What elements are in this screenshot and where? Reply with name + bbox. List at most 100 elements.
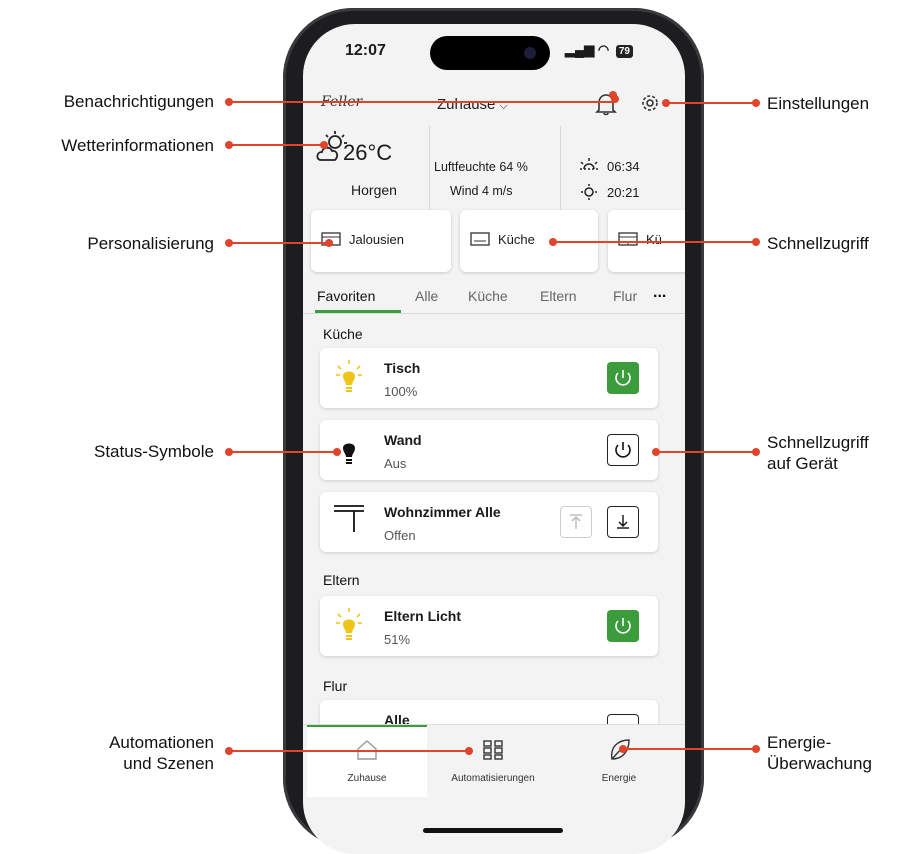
humidity: Luftfeuchte 64 % [434, 160, 528, 174]
dynamic-island [430, 36, 550, 70]
callout-weather: Wetterinformationen [61, 136, 214, 155]
device-card-wand[interactable]: Wand Aus [320, 420, 658, 480]
app-screen: 12:07 ▂▄▆ ◠ 79 Feller Zuhause ⌵ 26°C Hor… [303, 24, 685, 854]
power-icon [615, 442, 631, 458]
power-toggle-button[interactable] [607, 434, 639, 466]
callout-leader [229, 101, 614, 103]
callout-leader [229, 750, 469, 752]
power-toggle-button[interactable] [607, 610, 639, 642]
blind-up-button[interactable] [560, 506, 592, 538]
sunrise-time: 06:34 [607, 159, 640, 174]
wifi-icon: ◠ [597, 42, 610, 57]
callout-dot [752, 99, 760, 107]
nav-label: Energie [601, 773, 637, 784]
tab-alle[interactable]: Alle [415, 288, 438, 304]
device-status: Aus [384, 456, 407, 471]
tab-eltern[interactable]: Eltern [540, 288, 577, 304]
callout-dot [611, 95, 619, 103]
nav-item-home[interactable]: Zuhause [307, 725, 427, 797]
callout-device-quick: Schnellzugriff auf Gerät [767, 432, 907, 474]
more-tabs-button[interactable]: ... [653, 284, 666, 302]
grid-icon [483, 740, 503, 760]
callout-dot [333, 448, 341, 456]
home-indicator [423, 828, 563, 833]
device-card-tisch[interactable]: Tisch 100% [320, 348, 658, 408]
bottom-nav: Zuhause Automatisierungen Energie [303, 724, 685, 797]
quick-access-label: Jalousien [349, 232, 404, 247]
callout-leader [229, 242, 329, 244]
status-time: 12:07 [345, 42, 386, 59]
weather-location: Horgen [351, 182, 397, 198]
callout-automations-line1: Automationen [109, 733, 214, 752]
divider [560, 126, 561, 210]
lightbulb-on-icon [336, 360, 362, 392]
temperature: 26°C [343, 140, 393, 165]
weather-panel: 26°C Horgen Luftfeuchte 64 % Wind 4 m/s … [303, 126, 685, 212]
device-status: Offen [384, 528, 416, 543]
home-selector[interactable]: Zuhause ⌵ [437, 96, 508, 113]
device-status: 100% [384, 384, 418, 399]
callout-status-icons: Status-Symbole [94, 442, 214, 461]
nav-label: Automatisierungen [451, 773, 535, 784]
sunset-time: 20:21 [607, 185, 640, 200]
sunset-icon [581, 184, 597, 200]
arrow-up-icon [570, 514, 582, 529]
section-heading: Flur [323, 678, 348, 694]
device-card-blinds[interactable]: Wohnzimmer Alle Offen [320, 492, 658, 552]
blind-icon [334, 505, 364, 532]
blind-down-button[interactable] [607, 506, 639, 538]
tab-favoriten[interactable]: Favoriten [317, 288, 375, 304]
callout-dot [752, 448, 760, 456]
callout-leader [553, 241, 756, 243]
device-name: Wohnzimmer Alle [384, 504, 501, 520]
nav-label: Zuhause [347, 773, 387, 784]
section-heading: Küche [323, 326, 363, 342]
device-name: Tisch [384, 360, 421, 376]
callout-settings: Einstellungen [767, 94, 870, 113]
callout-energy-line2: Überwachung [767, 754, 872, 773]
callout-dot [465, 747, 473, 755]
callout-dot [752, 745, 760, 753]
gear-icon[interactable] [639, 92, 661, 114]
power-icon [615, 618, 631, 634]
callout-quick-access: Schnellzugriff [767, 234, 869, 253]
sunrise-icon [580, 158, 598, 170]
device-status: 51% [384, 632, 411, 647]
callout-dot [320, 141, 328, 149]
active-tab-indicator [315, 310, 401, 313]
device-card-eltern-licht[interactable]: Eltern Licht 51% [320, 596, 658, 656]
callout-personalization: Personalisierung [87, 234, 214, 253]
room-tabs: Favoriten Alle Küche Eltern Flur ... [303, 281, 685, 314]
nav-item-automations[interactable]: Automatisierungen [433, 725, 553, 797]
power-toggle-button[interactable] [607, 362, 639, 394]
callout-dot [752, 238, 760, 246]
top-bar: Feller Zuhause ⌵ [303, 86, 685, 122]
sunset: 20:21 [579, 184, 640, 200]
callout-notifications: Benachrichtigungen [63, 92, 214, 111]
callout-leader [229, 451, 337, 453]
lightbulb-on-icon [336, 608, 362, 640]
tab-flur[interactable]: Flur [613, 288, 637, 304]
wind: Wind 4 m/s [450, 184, 513, 198]
quick-access-label: Küche [498, 232, 535, 247]
power-icon [615, 370, 631, 386]
callout-leader [229, 144, 324, 146]
sunrise: 06:34 [579, 158, 640, 174]
callout-energy-line1: Energie- [767, 733, 832, 752]
device-name: Eltern Licht [384, 608, 462, 624]
device-name: Wand [384, 432, 422, 448]
callout-leader [623, 748, 756, 750]
callout-leader [656, 451, 756, 453]
callout-leader [666, 102, 756, 104]
callout-automations: Automationen und Szenen [10, 732, 214, 774]
arrow-down-icon [617, 515, 629, 529]
status-icons: ▂▄▆ ◠ 79 [565, 42, 633, 58]
room-icon [470, 232, 490, 246]
battery-icon: 79 [615, 45, 633, 58]
blind-icon [618, 232, 638, 246]
tab-kueche[interactable]: Küche [468, 288, 508, 304]
nav-item-energy[interactable]: Energie [559, 725, 679, 797]
signal-icon: ▂▄▆ [565, 42, 595, 57]
callout-dot [325, 239, 333, 247]
divider [429, 126, 430, 210]
